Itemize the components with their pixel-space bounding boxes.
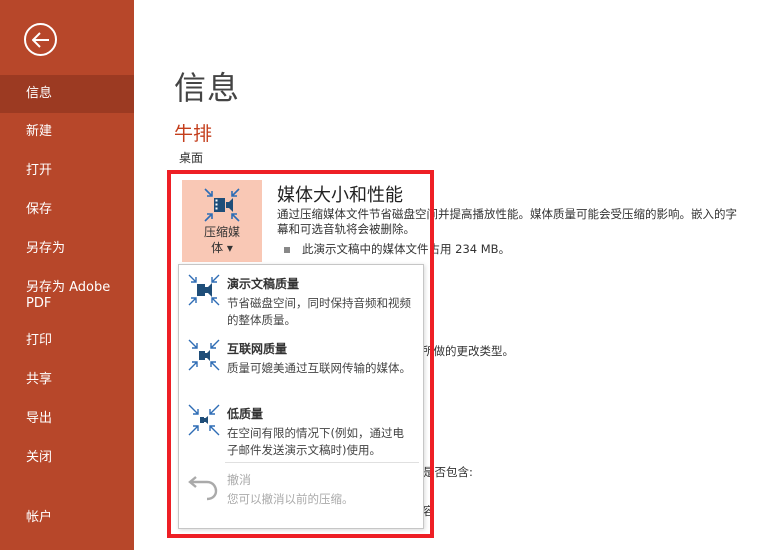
menu-item-title: 互联网质量 [227, 342, 288, 356]
obscured-text-2: 是否包含: [423, 465, 473, 479]
nav-item-print[interactable]: 打印 [0, 333, 134, 349]
compress-internet-icon [188, 339, 220, 371]
menu-item-title: 撤消 [227, 473, 252, 487]
backstage-sidebar: 信息 新建 打开 保存 另存为 另存为 Adobe PDF 打印 共享 导出 关… [0, 0, 134, 550]
media-section-title: 媒体大小和性能 [277, 185, 403, 206]
nav-item-new[interactable]: 新建 [0, 124, 134, 140]
menu-item-description: 节省磁盘空间，同时保持音频和视频的整体质量。 [227, 296, 411, 327]
compress-media-label-2: 体 ▾ [211, 241, 233, 255]
menu-item-presentation-quality[interactable]: 演示文稿质量 节省磁盘空间，同时保持音频和视频的整体质量。 [179, 267, 423, 331]
nav-item-info[interactable]: 信息 [0, 75, 134, 113]
obscured-text-1: 所做的更改类型。 [422, 344, 514, 358]
nav-item-account[interactable]: 帐户 [0, 510, 134, 526]
menu-item-description: 在空间有限的情况下(例如，通过电子邮件发送演示文稿时)使用。 [227, 426, 404, 457]
nav-item-save[interactable]: 保存 [0, 202, 134, 218]
nav-item-open[interactable]: 打开 [0, 163, 134, 179]
nav-item-share[interactable]: 共享 [0, 372, 134, 388]
media-size-text: 此演示文稿中的媒体文件占用 234 MB。 [302, 242, 511, 256]
compress-media-button[interactable]: 压缩媒 体 ▾ [182, 180, 262, 262]
nav-item-close[interactable]: 关闭 [0, 450, 134, 466]
menu-item-low-quality[interactable]: 低质量 在空间有限的情况下(例如，通过电子邮件发送演示文稿时)使用。 [179, 397, 423, 461]
page-title: 信息 [174, 69, 241, 107]
document-name: 牛排 [174, 123, 213, 145]
menu-item-title: 低质量 [227, 407, 264, 421]
app-window: 信息 新建 打开 保存 另存为 另存为 Adobe PDF 打印 共享 导出 关… [0, 0, 779, 550]
compress-media-icon [204, 188, 240, 222]
menu-item-description: 质量可媲美通过互联网传输的媒体。 [227, 361, 411, 375]
nav-item-export[interactable]: 导出 [0, 411, 134, 427]
compress-media-menu: 演示文稿质量 节省磁盘空间，同时保持音频和视频的整体质量。 互联网质量 质量可媲… [178, 264, 424, 529]
document-location: 桌面 [179, 151, 204, 165]
compress-low-icon [188, 404, 220, 436]
menu-item-internet-quality[interactable]: 互联网质量 质量可媲美通过互联网传输的媒体。 [179, 332, 423, 396]
menu-item-undo[interactable]: 撤消 您可以撤消以前的压缩。 [179, 463, 423, 513]
media-size-bullet: 此演示文稿中的媒体文件占用 234 MB。 [284, 241, 510, 257]
back-button[interactable] [24, 23, 57, 56]
back-arrow-icon [31, 31, 49, 48]
bullet-icon [284, 246, 290, 253]
compress-media-label: 压缩媒 [203, 225, 240, 239]
nav-item-save-as[interactable]: 另存为 [0, 241, 134, 257]
undo-icon [188, 476, 218, 501]
compress-presentation-icon [188, 274, 220, 306]
media-section-description: 通过压缩媒体文件节省磁盘空间并提高播放性能。媒体质量可能会受压缩的影响。嵌入的字… [277, 207, 737, 236]
menu-item-title: 演示文稿质量 [227, 277, 300, 291]
menu-item-description: 您可以撤消以前的压缩。 [227, 492, 354, 506]
nav-item-save-as-pdf[interactable]: 另存为 Adobe PDF [0, 280, 120, 312]
obscured-text-3: 容 [423, 504, 435, 518]
